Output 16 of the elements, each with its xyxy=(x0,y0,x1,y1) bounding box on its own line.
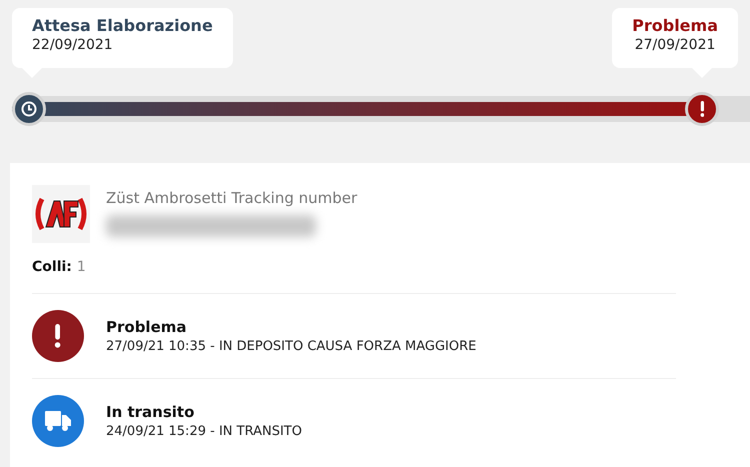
exclamation-icon xyxy=(54,324,62,348)
parcels-label: Colli: xyxy=(32,259,72,275)
truck-icon xyxy=(45,411,71,431)
parcels-count: 1 xyxy=(76,259,86,275)
event-detail: 24/09/21 15:29 - IN TRANSITO xyxy=(106,424,302,439)
stage-date: 22/09/2021 xyxy=(32,37,113,53)
event-title: Problema xyxy=(106,318,188,336)
stage-title: Attesa Elaborazione xyxy=(32,16,213,35)
exclamation-icon xyxy=(700,101,704,117)
event-detail: 27/09/21 10:35 - IN DEPOSITO CAUSA FORZA MAGGIORE xyxy=(106,339,476,354)
stage-date: 27/09/2021 xyxy=(634,37,716,53)
event-title: In transito xyxy=(106,403,196,421)
tracking-label: Züst Ambrosetti Tracking number xyxy=(106,189,358,207)
clock-icon xyxy=(21,101,37,117)
carrier-logo xyxy=(32,185,90,243)
stage-title: Problema xyxy=(632,16,718,35)
